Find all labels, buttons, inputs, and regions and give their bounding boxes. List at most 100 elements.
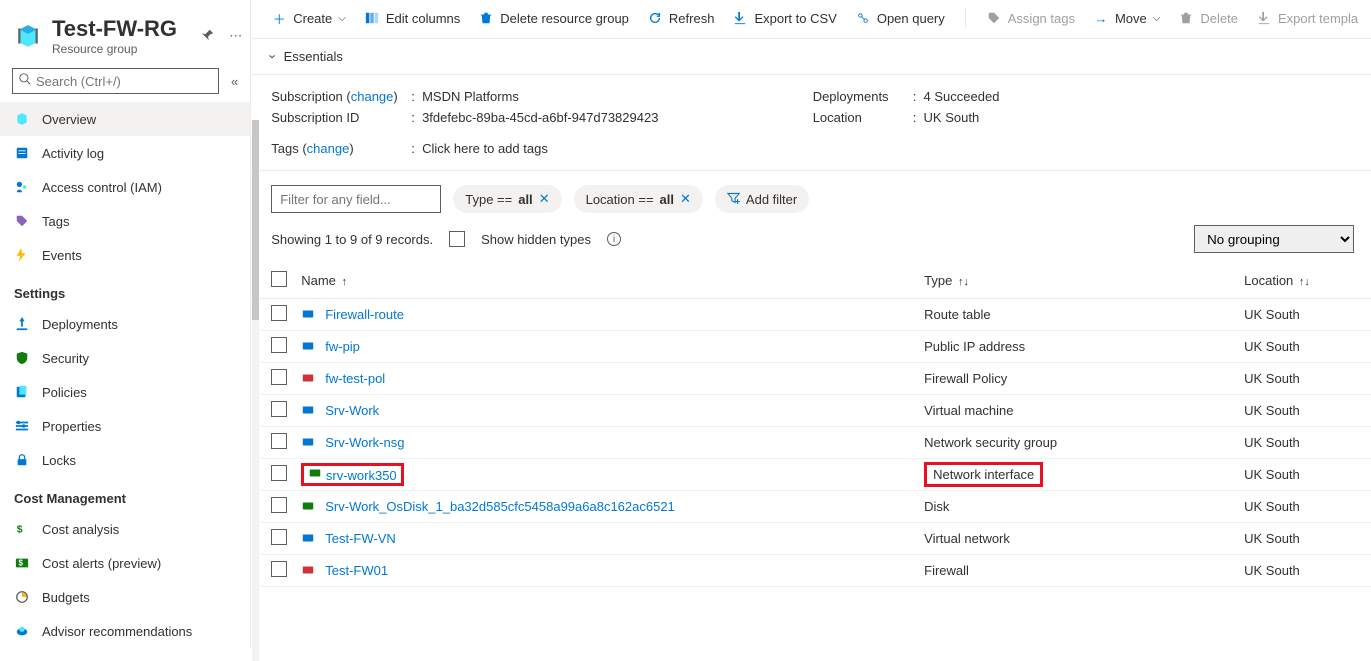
resource-link[interactable]: fw-test-pol	[325, 371, 385, 386]
table-row[interactable]: srv-work350 Network interface UK South	[251, 459, 1371, 491]
download-icon	[1256, 10, 1272, 26]
table-row[interactable]: fw-test-pol Firewall Policy UK South	[251, 363, 1371, 395]
main-content: ＋ Create ⌵ Edit columns Delete resource …	[251, 0, 1371, 648]
column-header-location[interactable]: Location ↑↓	[1244, 273, 1354, 288]
resource-type: Firewall	[924, 563, 1244, 578]
resource-link[interactable]: Firewall-route	[325, 307, 404, 322]
row-checkbox[interactable]	[271, 529, 287, 545]
export-csv-button[interactable]: Export to CSV	[732, 10, 836, 26]
resource-icon	[301, 403, 317, 419]
resource-icon	[301, 531, 317, 547]
resource-type: Firewall Policy	[924, 371, 1244, 386]
row-checkbox[interactable]	[271, 401, 287, 417]
nav-locks[interactable]: Locks	[0, 443, 250, 477]
columns-icon	[364, 10, 380, 26]
change-tags-link[interactable]: change	[307, 141, 350, 156]
nav-iam[interactable]: Access control (IAM)	[0, 170, 250, 204]
nav-budgets[interactable]: Budgets	[0, 580, 250, 614]
location-filter-pill[interactable]: Location == all ✕	[574, 185, 703, 213]
resource-link[interactable]: fw-pip	[325, 339, 360, 354]
info-icon[interactable]: i	[607, 232, 621, 246]
select-all-checkbox[interactable]	[271, 271, 287, 287]
row-checkbox[interactable]	[271, 337, 287, 353]
deployments-link[interactable]: 4 Succeeded	[924, 89, 1000, 104]
resource-link[interactable]: Srv-Work-nsg	[325, 435, 404, 450]
nav-tags[interactable]: Tags	[0, 204, 250, 238]
nav-activity-log[interactable]: Activity log	[0, 136, 250, 170]
resource-group-icon	[14, 22, 42, 50]
resource-link[interactable]: Test-FW-VN	[325, 531, 396, 546]
resource-icon	[301, 339, 317, 355]
nav-security[interactable]: Security	[0, 341, 250, 375]
chevron-down-icon: ⌵	[1153, 13, 1161, 24]
resource-link[interactable]: Srv-Work	[325, 403, 379, 418]
page-title: Test-FW-RG	[52, 16, 177, 42]
row-checkbox[interactable]	[271, 305, 287, 321]
filter-input[interactable]	[271, 185, 441, 213]
activity-log-icon	[14, 145, 30, 161]
table-row[interactable]: fw-pip Public IP address UK South	[251, 331, 1371, 363]
table-row[interactable]: Srv-Work Virtual machine UK South	[251, 395, 1371, 427]
nav-properties[interactable]: Properties	[0, 409, 250, 443]
resource-location: UK South	[1244, 371, 1354, 386]
resource-location: UK South	[1244, 339, 1354, 354]
nav-cost-alerts[interactable]: $ Cost alerts (preview)	[0, 546, 250, 580]
more-icon[interactable]: ⋯	[229, 28, 242, 45]
resource-type: Network interface	[924, 462, 1244, 487]
essentials-toggle[interactable]: › Essentials	[251, 38, 1371, 75]
table-row[interactable]: Test-FW01 Firewall UK South	[251, 555, 1371, 587]
table-row[interactable]: Srv-Work-nsg Network security group UK S…	[251, 427, 1371, 459]
budgets-icon	[14, 589, 30, 605]
column-header-type[interactable]: Type ↑↓	[924, 273, 1244, 288]
clear-type-filter-icon[interactable]: ✕	[539, 191, 550, 207]
collapse-sidebar-icon[interactable]: «	[231, 74, 238, 89]
clear-location-filter-icon[interactable]: ✕	[680, 191, 691, 207]
row-checkbox[interactable]	[271, 497, 287, 513]
add-filter-button[interactable]: Add filter	[715, 185, 809, 213]
table-row[interactable]: Firewall-route Route table UK South	[251, 299, 1371, 331]
resource-type: Route table	[924, 307, 1244, 322]
export-template-button[interactable]: Export templa	[1256, 10, 1358, 26]
create-button[interactable]: ＋ Create ⌵	[271, 10, 346, 26]
resource-link[interactable]: srv-work350	[326, 468, 397, 483]
resource-type: Network security group	[924, 435, 1244, 450]
resource-header: Test-FW-RG Resource group ⋯	[0, 0, 250, 60]
table-row[interactable]: Srv-Work_OsDisk_1_ba32d585cfc5458a99a6a8…	[251, 491, 1371, 523]
column-header-name[interactable]: Name ↑	[301, 273, 924, 288]
table-row[interactable]: Test-FW-VN Virtual network UK South	[251, 523, 1371, 555]
nav-advisor[interactable]: Advisor recommendations	[0, 614, 250, 648]
show-hidden-checkbox[interactable]	[449, 231, 465, 247]
row-checkbox[interactable]	[271, 465, 287, 481]
assign-tags-button[interactable]: Assign tags	[986, 10, 1075, 26]
grouping-select[interactable]: No grouping	[1194, 225, 1354, 253]
sort-icon: ↑↓	[958, 276, 969, 288]
arrow-right-icon: →	[1093, 10, 1109, 26]
type-filter-pill[interactable]: Type == all ✕	[453, 185, 561, 213]
change-subscription-link[interactable]: change	[351, 89, 394, 104]
move-button[interactable]: → Move ⌵	[1093, 10, 1160, 26]
resource-link[interactable]: Test-FW01	[325, 563, 388, 578]
resource-link[interactable]: Srv-Work_OsDisk_1_ba32d585cfc5458a99a6a8…	[325, 499, 675, 514]
row-checkbox[interactable]	[271, 433, 287, 449]
resource-icon	[301, 563, 317, 579]
nav-cost-analysis[interactable]: $ Cost analysis	[0, 512, 250, 546]
lock-icon	[14, 452, 30, 468]
delete-button[interactable]: Delete	[1178, 10, 1238, 26]
search-input[interactable]	[12, 68, 219, 94]
refresh-button[interactable]: Refresh	[647, 10, 715, 26]
add-tags-link[interactable]: Click here to add tags	[422, 141, 548, 156]
subscription-link[interactable]: MSDN Platforms	[422, 89, 519, 104]
row-checkbox[interactable]	[271, 561, 287, 577]
nav-policies[interactable]: Policies	[0, 375, 250, 409]
pin-icon[interactable]	[201, 28, 215, 45]
sidebar-scrollbar-thumb[interactable]	[252, 120, 259, 320]
nav-events[interactable]: Events	[0, 238, 250, 272]
delete-rg-button[interactable]: Delete resource group	[478, 10, 629, 26]
open-query-button[interactable]: Open query	[855, 10, 945, 26]
overview-icon	[14, 111, 30, 127]
edit-columns-button[interactable]: Edit columns	[364, 10, 460, 26]
nav-overview[interactable]: Overview	[0, 102, 250, 136]
row-checkbox[interactable]	[271, 369, 287, 385]
nav-deployments[interactable]: Deployments	[0, 307, 250, 341]
toolbar: ＋ Create ⌵ Edit columns Delete resource …	[251, 0, 1371, 38]
